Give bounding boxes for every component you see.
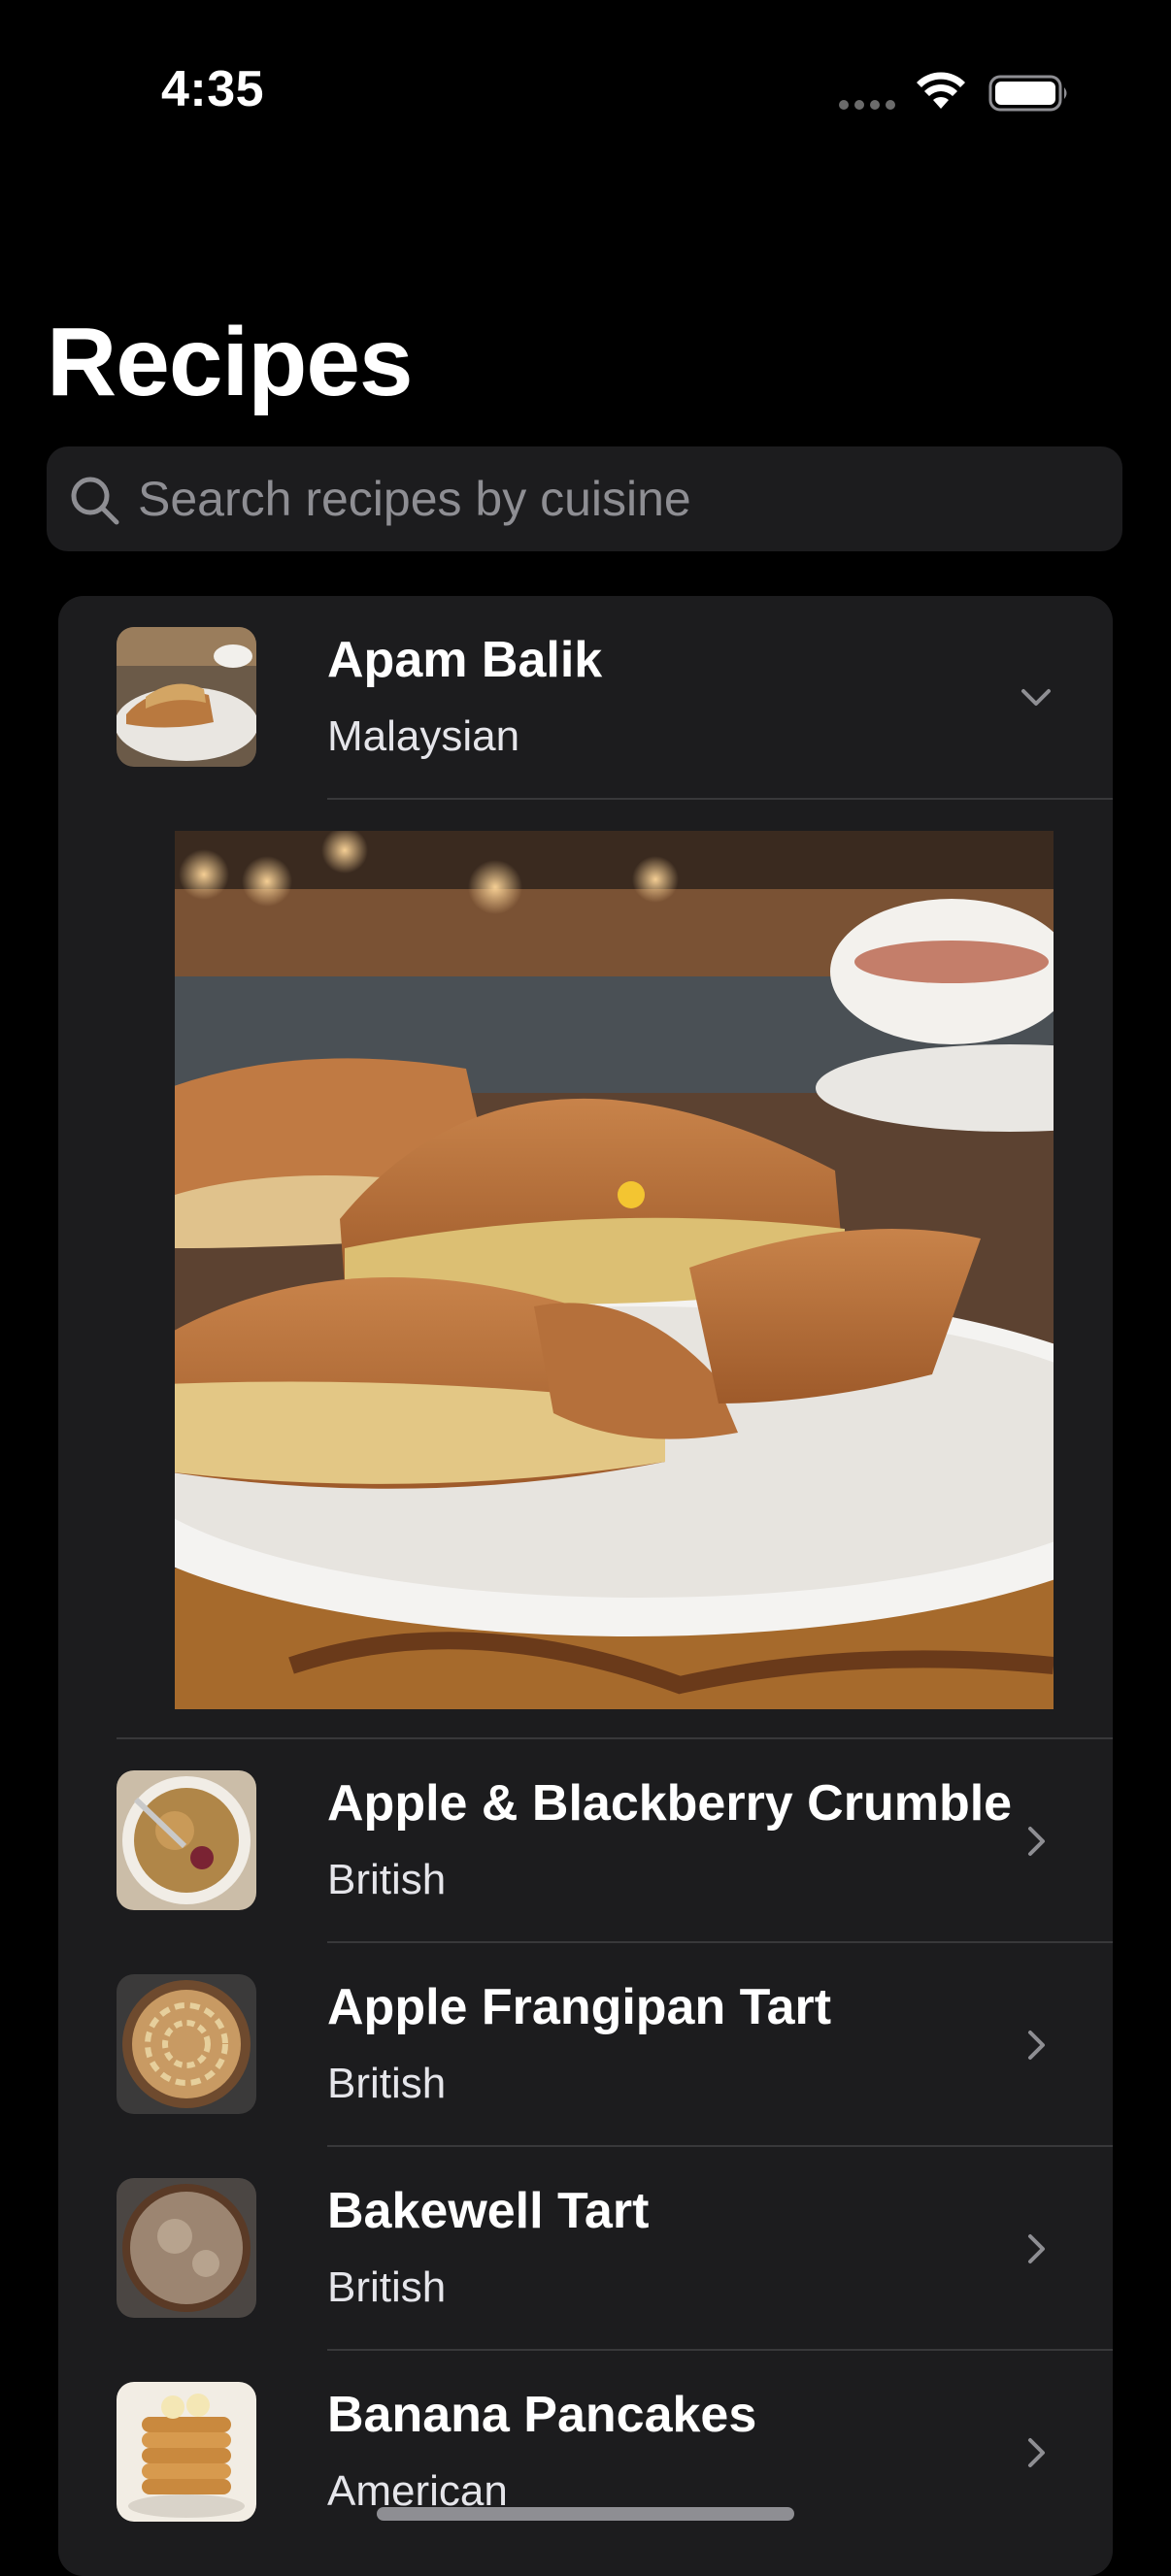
recipe-cuisine: British — [327, 1856, 447, 1903]
search-field[interactable] — [47, 446, 1122, 551]
recipe-row-apam-balik[interactable]: Apam Balik Malaysian — [58, 596, 1113, 800]
search-icon — [71, 477, 119, 525]
recipe-name: Apam Balik — [327, 632, 603, 688]
chevron-down-icon[interactable] — [1012, 674, 1060, 722]
chevron-right-icon — [1028, 1827, 1045, 1856]
recipe-thumbnail — [117, 2178, 256, 2318]
battery-icon — [988, 75, 1067, 112]
chevron-right-icon — [1028, 2031, 1045, 2060]
recipe-cuisine: British — [327, 2263, 447, 2311]
recipe-list: Apam Balik Malaysian Apple & Blackberry … — [58, 596, 1113, 2576]
recipe-cuisine: British — [327, 2060, 447, 2107]
recipe-name: Apple & Blackberry Crumble — [327, 1775, 1013, 1832]
recipe-name: Banana Pancakes — [327, 2387, 757, 2443]
wifi-icon — [917, 72, 965, 109]
recipe-name: Bakewell Tart — [327, 2183, 650, 2239]
chevron-right-icon — [1028, 2234, 1045, 2263]
recipe-name: Apple Frangipan Tart — [327, 1979, 832, 2035]
recipe-row-apple-frangipan-tart[interactable]: Apple Frangipan Tart British — [58, 1943, 1113, 2147]
recipe-thumbnail — [117, 1770, 256, 1910]
page-title: Recipes — [47, 308, 414, 416]
chevron-right-icon — [1028, 2438, 1045, 2467]
recipe-cuisine: Malaysian — [327, 712, 520, 760]
recipe-row-banana-pancakes[interactable]: Banana Pancakes American — [58, 2351, 1113, 2555]
row-divider — [327, 798, 1113, 800]
recipe-thumbnail — [117, 2382, 256, 2522]
recipe-row-bakewell-tart[interactable]: Bakewell Tart British — [58, 2147, 1113, 2351]
recipe-row-apple-blackberry-crumble[interactable]: Apple & Blackberry Crumble British — [58, 1739, 1113, 1943]
recipe-thumbnail — [117, 627, 256, 767]
signal-dots-icon — [839, 100, 897, 110]
home-indicator[interactable] — [377, 2507, 794, 2521]
search-input[interactable] — [138, 446, 1099, 551]
status-time: 4:35 — [161, 61, 265, 117]
recipe-expanded-image — [175, 831, 1054, 1709]
recipe-thumbnail — [117, 1974, 256, 2114]
status-bar: 4:35 — [0, 0, 1171, 184]
